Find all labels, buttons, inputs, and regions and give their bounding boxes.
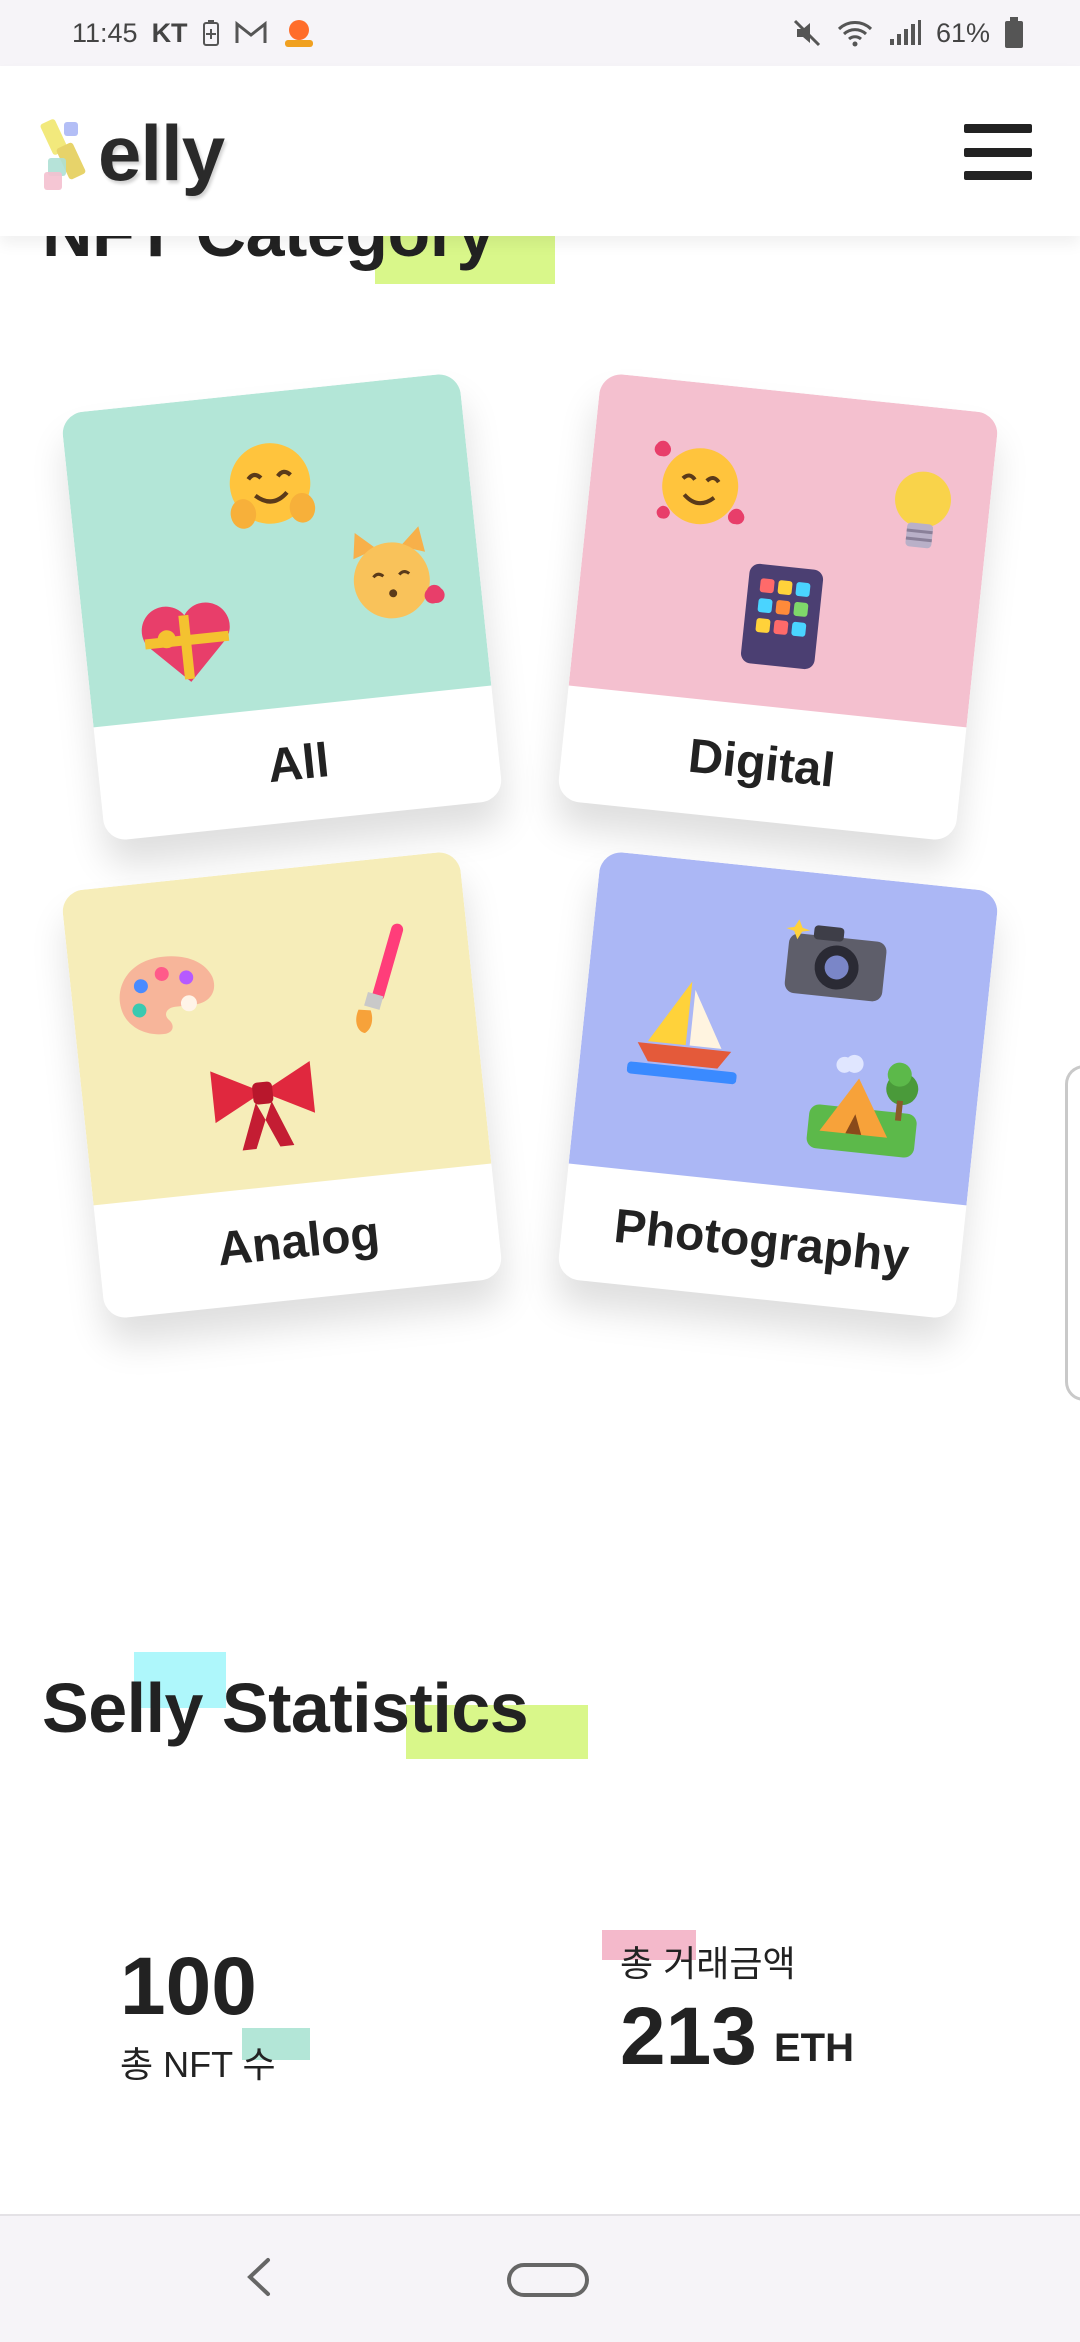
trade-amount-value: 213: [620, 1991, 757, 2082]
paintbrush-emoji-icon: [333, 915, 426, 1048]
home-icon[interactable]: [506, 2262, 590, 2303]
logo-mark-icon: [40, 114, 94, 194]
wifi-icon: [836, 18, 874, 48]
trade-amount-label: 총 거래금액: [620, 1943, 796, 1984]
app-notification-icon: [282, 16, 316, 50]
edge-panel-handle[interactable]: [1065, 1065, 1080, 1401]
status-time: 11:45: [72, 17, 138, 48]
ribbon-emoji-icon: [199, 1046, 329, 1163]
system-nav-bar: [0, 2214, 1080, 2342]
logo-text: elly: [98, 109, 225, 197]
card-art: [568, 850, 1000, 1206]
app-header: elly: [0, 66, 1080, 236]
trade-amount-unit: ETH: [774, 2026, 854, 2070]
card-art: [60, 372, 492, 728]
battery-icon: [1004, 17, 1024, 49]
nft-count-label: 총 NFT 수: [120, 2044, 276, 2085]
statistics-section-title: Selly Statistics: [42, 1669, 529, 1747]
category-card-digital[interactable]: Digital: [556, 372, 1000, 842]
mute-icon: [792, 18, 822, 48]
sailboat-emoji-icon: [625, 970, 746, 1096]
card-art: [568, 372, 1000, 728]
hugging-face-emoji-icon: [212, 427, 329, 548]
back-icon[interactable]: [242, 2254, 276, 2305]
light-bulb-emoji-icon: [881, 458, 962, 570]
status-bar: 11:45 KT 61%: [0, 0, 1080, 66]
palette-emoji-icon: [108, 946, 227, 1052]
battery-saver-icon: [202, 19, 220, 47]
selly-logo[interactable]: elly: [40, 108, 225, 199]
tablet-emoji-icon: [731, 558, 833, 682]
camera-emoji-icon: [776, 910, 895, 1016]
smiling-hearts-emoji-icon: [640, 423, 761, 549]
nft-count-value: 100: [120, 1941, 257, 2032]
camping-emoji-icon: [799, 1043, 930, 1170]
signal-icon: [888, 19, 922, 47]
battery-percent: 61%: [935, 17, 990, 48]
kissing-cat-emoji-icon: [332, 520, 452, 636]
status-carrier: KT: [151, 17, 188, 48]
category-card-analog[interactable]: Analog: [60, 850, 504, 1320]
gmail-icon: [234, 20, 268, 46]
card-art: [60, 850, 492, 1206]
category-card-photography[interactable]: Photography: [556, 850, 1000, 1320]
gift-heart-emoji-icon: [133, 592, 242, 697]
category-card-all[interactable]: All: [60, 372, 504, 842]
hamburger-menu-icon[interactable]: [964, 124, 1032, 180]
